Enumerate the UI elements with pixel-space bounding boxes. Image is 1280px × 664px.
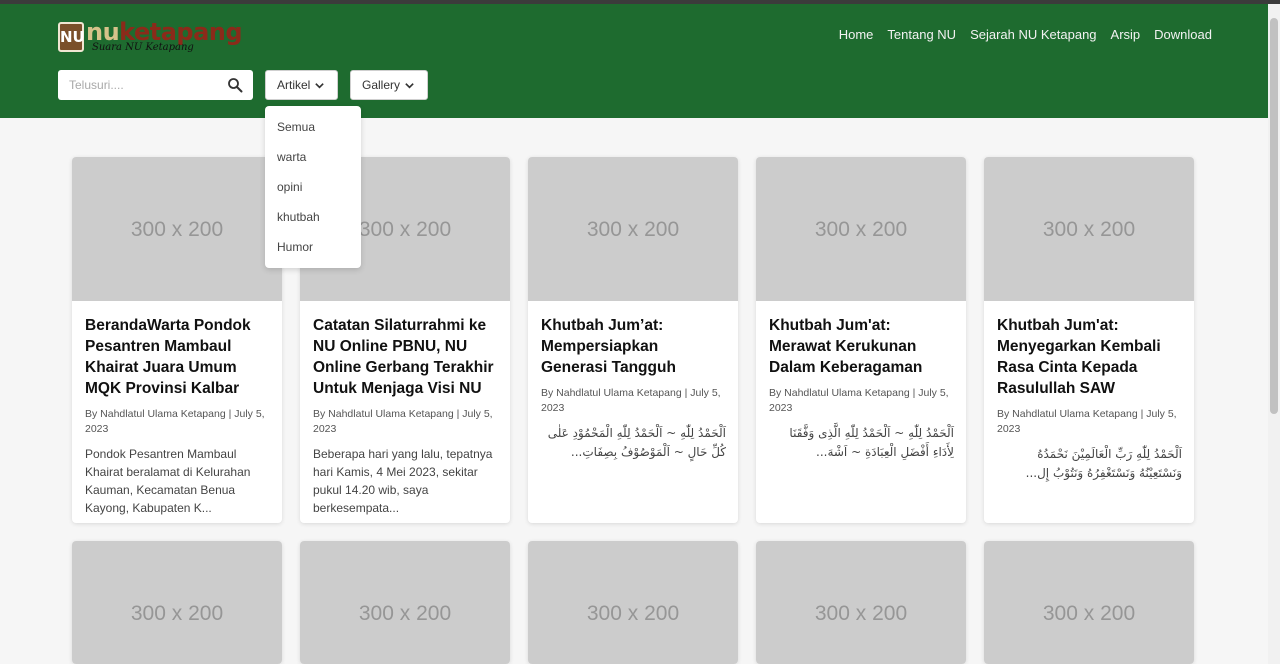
artikel-dropdown[interactable]: Artikel	[265, 70, 339, 100]
article-title[interactable]: Khutbah Jum'at: Menyegarkan Kembali Rasa…	[997, 315, 1182, 399]
article-card[interactable]: 300 x 200	[528, 541, 738, 664]
menu-item-humor[interactable]: Humor	[265, 232, 361, 262]
article-thumbnail[interactable]: 300 x 200	[72, 541, 282, 664]
page-scrollbar[interactable]	[1268, 4, 1280, 664]
nav-sejarah-nu-ketapang[interactable]: Sejarah NU Ketapang	[970, 27, 1096, 43]
gallery-dropdown[interactable]: Gallery	[350, 70, 429, 100]
article-thumbnail[interactable]: 300 x 200	[528, 157, 738, 301]
menu-item-semua[interactable]: Semua	[265, 112, 361, 142]
article-meta: By Nahdlatul Ulama Ketapang | July 5, 20…	[541, 387, 721, 414]
menu-item-khutbah[interactable]: khutbah	[265, 202, 361, 232]
article-excerpt: Beberapa hari yang lalu, tepatnya hari K…	[313, 447, 493, 515]
article-meta: By Nahdlatul Ulama Ketapang | July 5, 20…	[85, 408, 265, 435]
article-card[interactable]: 300 x 200	[300, 541, 510, 664]
nav-download[interactable]: Download	[1154, 27, 1212, 43]
site-logo[interactable]: NU nuketapang Suara NU Ketapang	[58, 18, 243, 58]
article-thumbnail[interactable]: 300 x 200	[984, 157, 1194, 301]
article-thumbnail[interactable]: 300 x 200	[756, 541, 966, 664]
scrollbar-thumb[interactable]	[1270, 18, 1278, 414]
article-thumbnail[interactable]: 300 x 200	[984, 541, 1194, 664]
article-meta: By Nahdlatul Ulama Ketapang | July 5, 20…	[997, 408, 1177, 435]
article-card[interactable]: 300 x 200	[72, 541, 282, 664]
logo-mark: NU	[58, 22, 85, 52]
search-input[interactable]	[58, 70, 218, 100]
article-card[interactable]: 300 x 200 Khutbah Jum’at: Mempersiapkan …	[528, 157, 738, 523]
article-excerpt: اَلْحَمْدُ لِلّٰهِ ~ اَلْحَمْدُ لِلّٰهِ …	[547, 426, 726, 459]
menu-item-warta[interactable]: warta	[265, 142, 361, 172]
search-box	[58, 70, 253, 100]
menu-item-opini[interactable]: opini	[265, 172, 361, 202]
artikel-dropdown-menu: Semua warta opini khutbah Humor	[265, 106, 361, 268]
article-title[interactable]: Khutbah Jum'at: Merawat Kerukunan Dalam …	[769, 315, 954, 378]
article-card[interactable]: 300 x 200 Khutbah Jum'at: Merawat Keruku…	[756, 157, 966, 523]
nav-home[interactable]: Home	[839, 27, 874, 43]
chevron-down-icon	[315, 82, 325, 89]
article-card[interactable]: 300 x 200	[756, 541, 966, 664]
article-thumbnail[interactable]: 300 x 200	[300, 541, 510, 664]
article-thumbnail[interactable]: 300 x 200	[72, 157, 282, 301]
article-title[interactable]: BerandaWarta Pondok Pesantren Mambaul Kh…	[85, 315, 270, 399]
gallery-dropdown-label: Gallery	[362, 78, 401, 92]
article-title[interactable]: Catatan Silaturrahmi ke NU Online PBNU, …	[313, 315, 498, 399]
article-thumbnail[interactable]: 300 x 200	[528, 541, 738, 664]
article-meta: By Nahdlatul Ulama Ketapang | July 5, 20…	[769, 387, 949, 414]
artikel-dropdown-label: Artikel	[277, 78, 311, 92]
article-card[interactable]: 300 x 200 Khutbah Jum'at: Menyegarkan Ke…	[984, 157, 1194, 523]
article-thumbnail[interactable]: 300 x 200	[756, 157, 966, 301]
article-excerpt: اَلْحَمْدُ لِلّٰهِ رَبِّ الْعَالَمِيْنَ …	[1025, 447, 1182, 480]
search-icon[interactable]	[227, 77, 243, 93]
logo-tagline: Suara NU Ketapang	[92, 42, 194, 53]
article-card[interactable]: 300 x 200 BerandaWarta Pondok Pesantren …	[72, 157, 282, 523]
nav-arsip[interactable]: Arsip	[1111, 27, 1141, 43]
article-card[interactable]: 300 x 200	[984, 541, 1194, 664]
article-excerpt: Pondok Pesantren Mambaul Khairat beralam…	[85, 447, 251, 515]
site-header: NU nuketapang Suara NU Ketapang Home Ten…	[0, 4, 1268, 118]
nav-tentang-nu[interactable]: Tentang NU	[887, 27, 956, 43]
chevron-down-icon	[405, 82, 414, 89]
article-excerpt: اَلْحَمْدُ لِلّٰهِ ~ اَلْحَمْدُ لِلّٰهِ …	[789, 426, 954, 459]
article-meta: By Nahdlatul Ulama Ketapang | July 5, 20…	[313, 408, 493, 435]
article-title[interactable]: Khutbah Jum’at: Mempersiapkan Generasi T…	[541, 315, 726, 378]
main-nav: Home Tentang NU Sejarah NU Ketapang Arsi…	[825, 27, 1212, 43]
